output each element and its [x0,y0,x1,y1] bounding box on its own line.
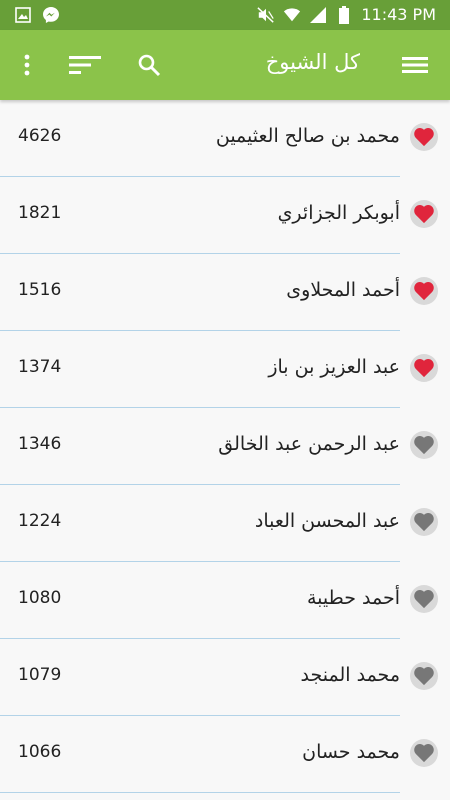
sheikh-name: أبوبكر الجزائري [277,202,400,224]
sheikh-name: عبد الرحمن عبد الخالق [218,433,400,455]
list-item[interactable]: محمد حسان 1066 [0,716,450,793]
wifi-icon [283,6,301,24]
lecture-count: 1066 [18,742,62,762]
sheikh-name: محمد المنجد [300,664,400,686]
battery-icon [335,5,353,24]
list-item[interactable]: عبد الرحمن عبد الخالق 1346 [0,408,450,485]
sheikh-name: عبد المحسن العباد [254,510,400,532]
sort-icon[interactable] [68,48,102,82]
sheikh-name: أحمد حطيبة [306,587,400,609]
favorite-heart-icon[interactable] [410,662,438,690]
gallery-icon [14,6,32,24]
search-icon[interactable] [132,48,166,82]
lecture-count: 4626 [18,126,62,146]
sheikh-list: محمد بن صالح العثيمين 4626 أبوبكر الجزائري… [0,100,450,793]
list-item[interactable]: عبد العزيز بن باز 1374 [0,331,450,408]
sheikh-name: أحمد المحلاوى [286,279,400,301]
clock: 11:43 PM [361,5,436,24]
favorite-heart-icon[interactable] [410,123,438,151]
favorite-heart-icon[interactable] [410,200,438,228]
favorite-heart-icon[interactable] [410,431,438,459]
lecture-count: 1374 [18,357,62,377]
more-vert-icon[interactable] [10,48,44,82]
favorite-heart-icon[interactable] [410,739,438,767]
list-item[interactable]: محمد المنجد 1079 [0,639,450,716]
lecture-count: 1224 [18,511,62,531]
sheikh-name: عبد العزيز بن باز [268,356,400,378]
favorite-heart-icon[interactable] [410,508,438,536]
divider [0,792,400,793]
app-bar: كل الشيوخ [0,30,450,100]
status-bar: 11:43 PM [0,0,450,30]
favorite-heart-icon[interactable] [410,585,438,613]
favorite-heart-icon[interactable] [410,277,438,305]
favorite-heart-icon[interactable] [410,354,438,382]
lecture-count: 1821 [18,203,62,223]
lecture-count: 1079 [18,665,62,685]
page-title: كل الشيوخ [265,50,360,74]
list-item[interactable]: محمد بن صالح العثيمين 4626 [0,100,450,177]
list-item[interactable]: أحمد المحلاوى 1516 [0,254,450,331]
signal-icon [309,6,327,24]
menu-icon[interactable] [398,48,432,82]
mute-icon [257,6,275,24]
messenger-icon [42,6,60,24]
sheikh-name: محمد حسان [302,741,400,763]
lecture-count: 1346 [18,434,62,454]
sheikh-name: محمد بن صالح العثيمين [215,125,400,147]
lecture-count: 1080 [18,588,62,608]
lecture-count: 1516 [18,280,62,300]
list-item[interactable]: أبوبكر الجزائري 1821 [0,177,450,254]
list-item[interactable]: عبد المحسن العباد 1224 [0,485,450,562]
list-item[interactable]: أحمد حطيبة 1080 [0,562,450,639]
